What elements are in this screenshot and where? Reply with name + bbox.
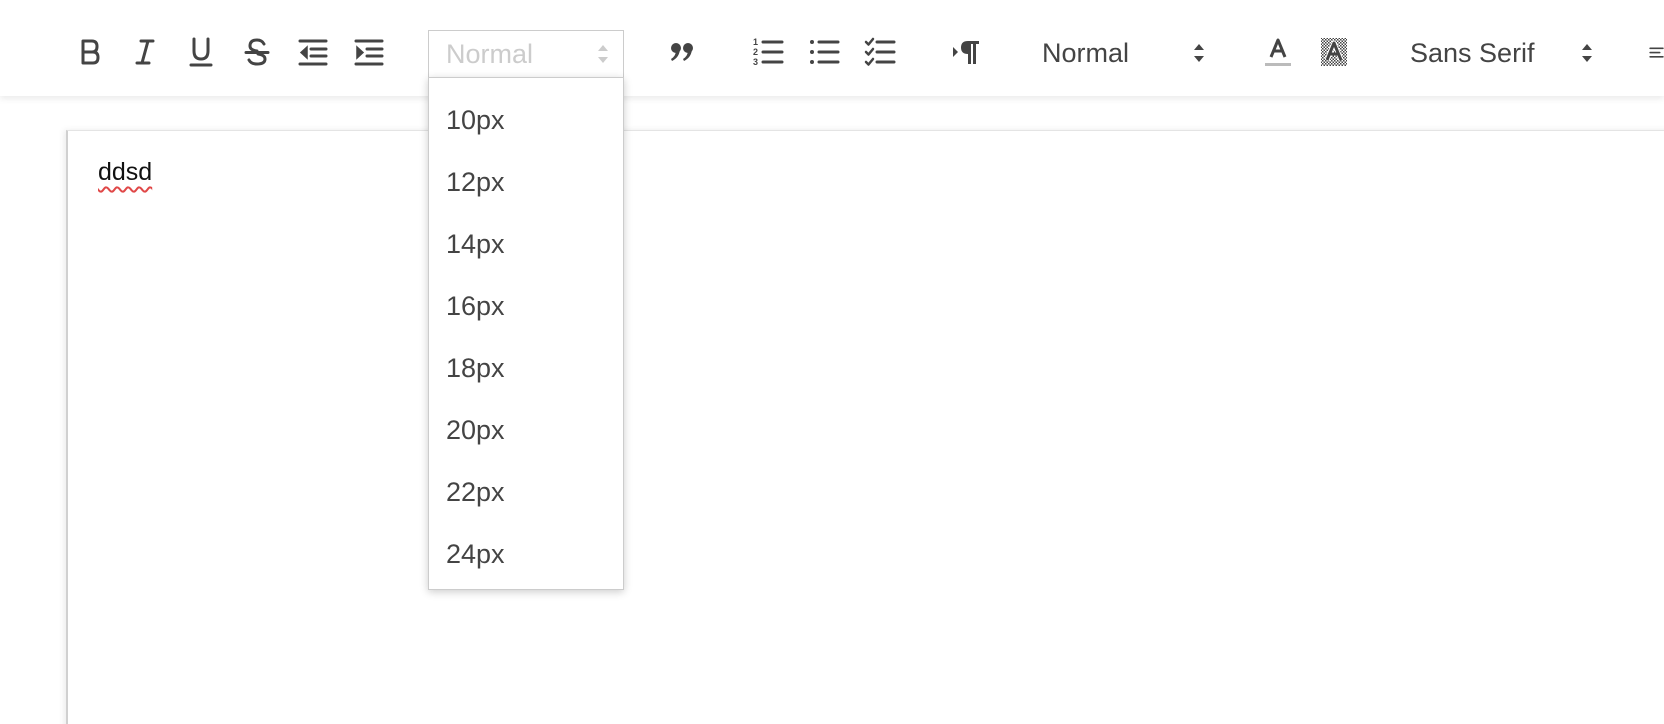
size-option-24px[interactable]: 24px	[446, 534, 505, 574]
size-dropdown: 10px 12px 14px 16px 18px 20px 22px 24px	[428, 77, 624, 590]
text-color-button[interactable]	[1260, 34, 1296, 70]
check-list-icon	[864, 37, 896, 66]
align-icon	[1649, 47, 1664, 58]
strikethrough-button[interactable]	[239, 34, 275, 70]
outdent-button[interactable]	[295, 34, 331, 70]
editor-toolbar: Normal 1 2 3 Normal Sans Serif	[0, 0, 1664, 96]
size-option-14px[interactable]: 14px	[446, 224, 505, 264]
text-direction-icon	[953, 41, 979, 64]
svg-text:1: 1	[753, 37, 758, 47]
underline-icon	[189, 37, 213, 67]
size-picker-label: Normal	[446, 39, 534, 69]
ordered-list-button[interactable]: 1 2 3	[750, 34, 786, 70]
picker-arrows-icon	[1194, 44, 1204, 62]
picker-arrows-icon	[598, 45, 608, 63]
svg-text:2: 2	[753, 47, 758, 57]
text-color-icon	[1265, 38, 1291, 66]
italic-button[interactable]	[127, 34, 163, 70]
blockquote-icon	[671, 43, 693, 61]
italic-icon	[135, 39, 155, 65]
bold-icon	[81, 39, 100, 65]
align-button[interactable]	[1648, 34, 1664, 70]
size-option-18px[interactable]: 18px	[446, 348, 505, 388]
bullet-list-button[interactable]	[806, 34, 842, 70]
size-picker[interactable]: Normal	[428, 30, 624, 78]
editor-text[interactable]: ddsd	[98, 157, 152, 187]
text-direction-button[interactable]	[948, 34, 984, 70]
strikethrough-icon	[244, 38, 270, 66]
bullet-list-icon	[810, 40, 840, 64]
picker-arrows-icon	[1582, 44, 1592, 62]
indent-icon	[354, 39, 384, 66]
outdent-icon	[298, 39, 328, 66]
background-color-button[interactable]	[1316, 34, 1352, 70]
font-picker[interactable]: Sans Serif	[1410, 36, 1535, 70]
blockquote-button[interactable]	[664, 34, 700, 70]
indent-button[interactable]	[351, 34, 387, 70]
editor-content-area[interactable]: ddsd	[66, 130, 1664, 724]
size-option-20px[interactable]: 20px	[446, 410, 505, 450]
underline-button[interactable]	[183, 34, 219, 70]
size-option-12px[interactable]: 12px	[446, 162, 505, 202]
size-option-10px[interactable]: 10px	[446, 100, 505, 140]
header-picker-label: Normal	[1042, 38, 1130, 68]
size-option-22px[interactable]: 22px	[446, 472, 505, 512]
header-picker[interactable]: Normal	[1042, 36, 1129, 70]
bold-button[interactable]	[72, 34, 108, 70]
size-option-16px[interactable]: 16px	[446, 286, 505, 326]
ordered-list-icon: 1 2 3	[753, 37, 784, 67]
background-color-icon	[1321, 38, 1347, 66]
check-list-button[interactable]	[862, 34, 898, 70]
svg-text:3: 3	[753, 57, 758, 67]
font-picker-label: Sans Serif	[1410, 38, 1535, 68]
